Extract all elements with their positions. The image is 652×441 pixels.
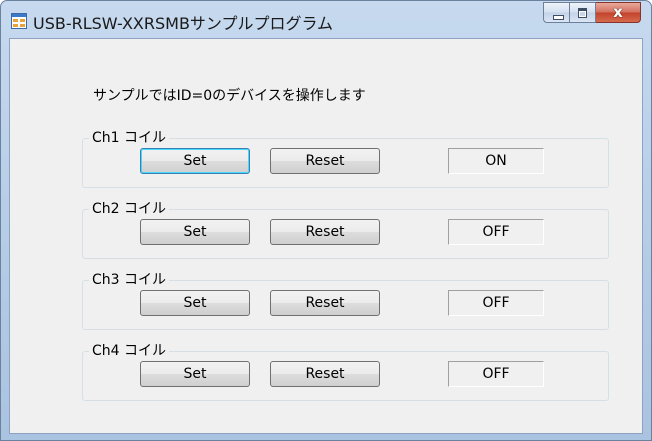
client-area: サンプルではID=0のデバイスを操作します Ch1 コイル Set Reset …	[9, 38, 643, 434]
ch2-set-button[interactable]: Set	[140, 219, 250, 245]
ch3-status-display: OFF	[448, 290, 544, 316]
window-title: USB-RLSW-XXRSMBサンプルプログラム	[33, 14, 333, 33]
channel-group-ch1: Ch1 コイル Set Reset ON	[82, 130, 609, 188]
ch4-set-button[interactable]: Set	[140, 361, 250, 387]
ch1-set-button[interactable]: Set	[140, 148, 250, 174]
ch2-status-display: OFF	[448, 219, 544, 245]
channel-label: Ch2 コイル	[89, 201, 170, 217]
title-bar[interactable]: USB-RLSW-XXRSMBサンプルプログラム x	[1, 1, 651, 38]
ch2-reset-button[interactable]: Reset	[270, 219, 380, 245]
app-icon[interactable]	[11, 13, 27, 29]
channel-label: Ch1 コイル	[89, 130, 170, 146]
ch3-reset-button[interactable]: Reset	[270, 290, 380, 316]
channel-group-ch4: Ch4 コイル Set Reset OFF	[82, 343, 609, 401]
maximize-button[interactable]	[570, 2, 596, 23]
ch1-reset-button[interactable]: Reset	[270, 148, 380, 174]
app-window: USB-RLSW-XXRSMBサンプルプログラム x サンプルではID=0のデバ…	[0, 0, 652, 441]
channel-label: Ch3 コイル	[89, 272, 170, 288]
caption-buttons: x	[543, 2, 641, 23]
channel-label: Ch4 コイル	[89, 343, 170, 359]
ch3-set-button[interactable]: Set	[140, 290, 250, 316]
channel-group-ch2: Ch2 コイル Set Reset OFF	[82, 201, 609, 259]
close-button[interactable]: x	[596, 2, 641, 23]
close-icon: x	[613, 3, 623, 21]
description-label: サンプルではID=0のデバイスを操作します	[93, 88, 366, 104]
ch1-status-display: ON	[448, 148, 544, 174]
ch4-status-display: OFF	[448, 361, 544, 387]
minimize-button[interactable]	[543, 2, 570, 23]
ch4-reset-button[interactable]: Reset	[270, 361, 380, 387]
channel-group-ch3: Ch3 コイル Set Reset OFF	[82, 272, 609, 330]
